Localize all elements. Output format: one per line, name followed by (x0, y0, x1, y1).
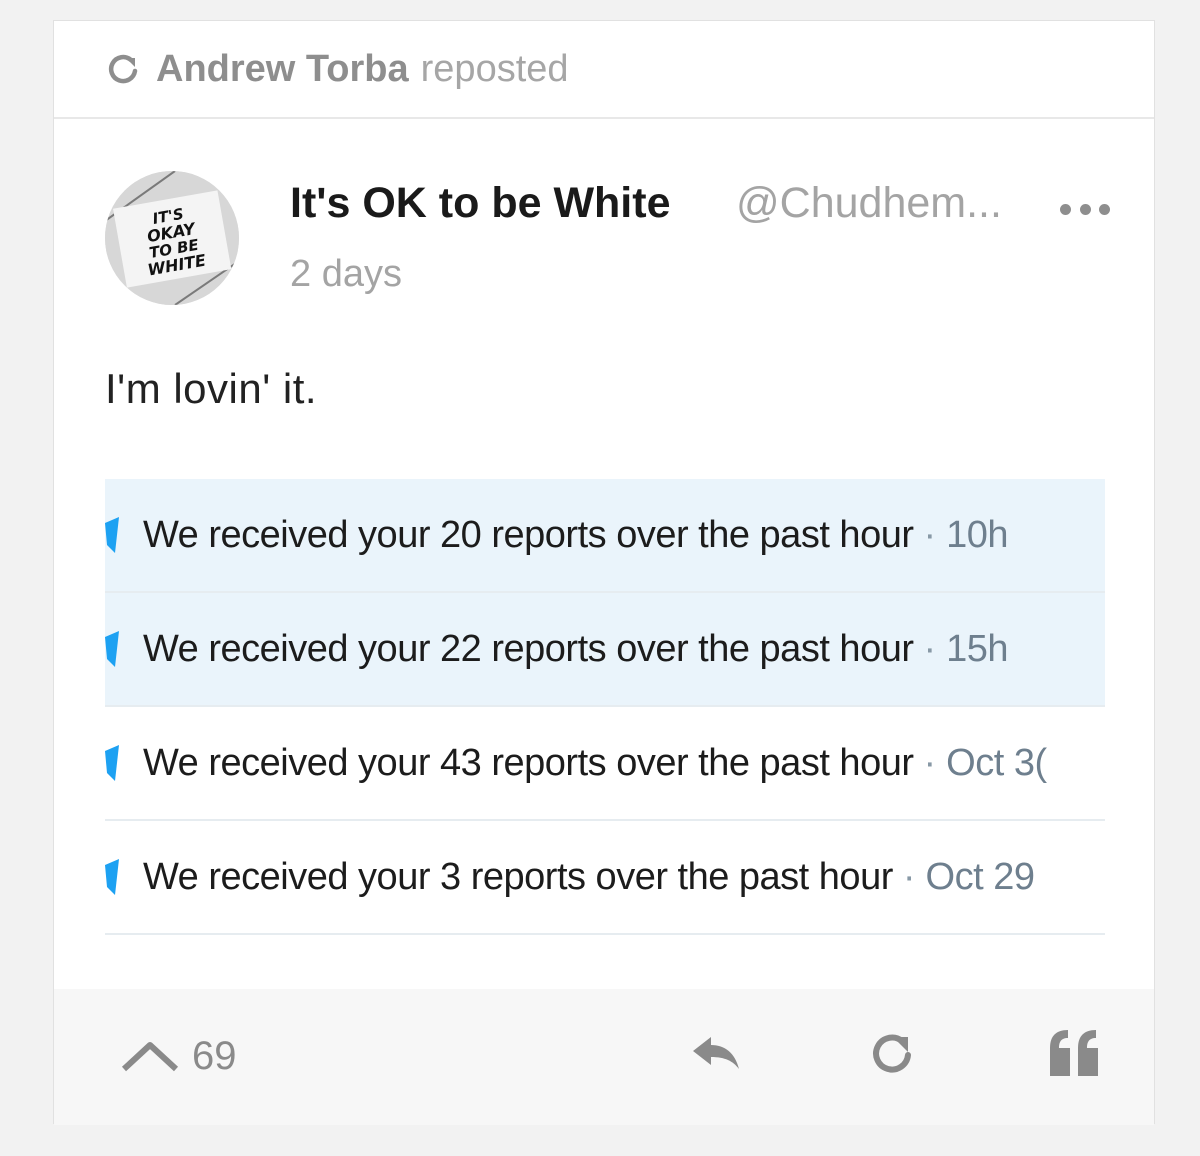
notification-row: We received your 20 reports over the pas… (105, 479, 1105, 593)
twitter-bird-icon (105, 857, 119, 897)
repost-header: Andrew Torba reposted (54, 21, 1154, 119)
more-dots-icon (1079, 203, 1091, 215)
notification-separator: · (902, 855, 916, 898)
post-card: Andrew Torba reposted IT'S OKAY TO BE WH… (53, 20, 1155, 1125)
upvote-button[interactable]: 69 (120, 1031, 237, 1081)
notification-separator: · (923, 513, 937, 556)
notification-message: We received your 22 reports over the pas… (143, 627, 914, 670)
score-count: 69 (192, 1033, 237, 1078)
author-display-name[interactable]: It's OK to be White (290, 179, 671, 228)
notification-time: Oct 29 (925, 855, 1035, 898)
notification-separator: · (923, 627, 937, 670)
twitter-bird-icon (105, 743, 119, 783)
upvote-chevron-icon (120, 1039, 180, 1073)
notification-row: We received your 3 reports over the past… (105, 821, 1105, 935)
notification-time: 10h (946, 513, 1009, 556)
post-actions-bar: 69 (54, 989, 1154, 1125)
post-timestamp[interactable]: 2 days (290, 253, 402, 296)
notification-message: We received your 3 reports over the past… (143, 855, 893, 898)
repost-icon (104, 49, 144, 89)
embedded-screenshot: We received your 20 reports over the pas… (105, 479, 1105, 935)
repost-action-text: reposted (420, 47, 569, 90)
repost-user-link[interactable]: Andrew Torba (156, 48, 409, 91)
quote-icon (1048, 1028, 1100, 1083)
post-body: I'm lovin' it. (105, 365, 318, 412)
author-handle[interactable]: @Chudhem... (736, 179, 1002, 228)
repost-button[interactable] (864, 1027, 920, 1083)
notification-time: Oct 3( (946, 741, 1047, 784)
notification-message: We received your 20 reports over the pas… (143, 513, 914, 556)
notification-separator: · (923, 741, 937, 784)
notification-row: We received your 43 reports over the pas… (105, 707, 1105, 821)
notification-row: We received your 22 reports over the pas… (105, 593, 1105, 707)
twitter-bird-icon (105, 629, 119, 669)
reply-button[interactable] (688, 1027, 744, 1083)
quote-button[interactable] (1046, 1027, 1102, 1083)
avatar[interactable]: IT'S OKAY TO BE WHITE (105, 171, 239, 305)
repost-icon (864, 1025, 920, 1086)
notification-message: We received your 43 reports over the pas… (143, 741, 914, 784)
notification-time: 15h (946, 627, 1009, 670)
more-dots-icon (1099, 203, 1110, 215)
more-dots-icon (1060, 203, 1071, 215)
reply-icon (691, 1033, 741, 1078)
twitter-bird-icon (105, 515, 119, 555)
more-options-button[interactable] (1060, 191, 1110, 227)
